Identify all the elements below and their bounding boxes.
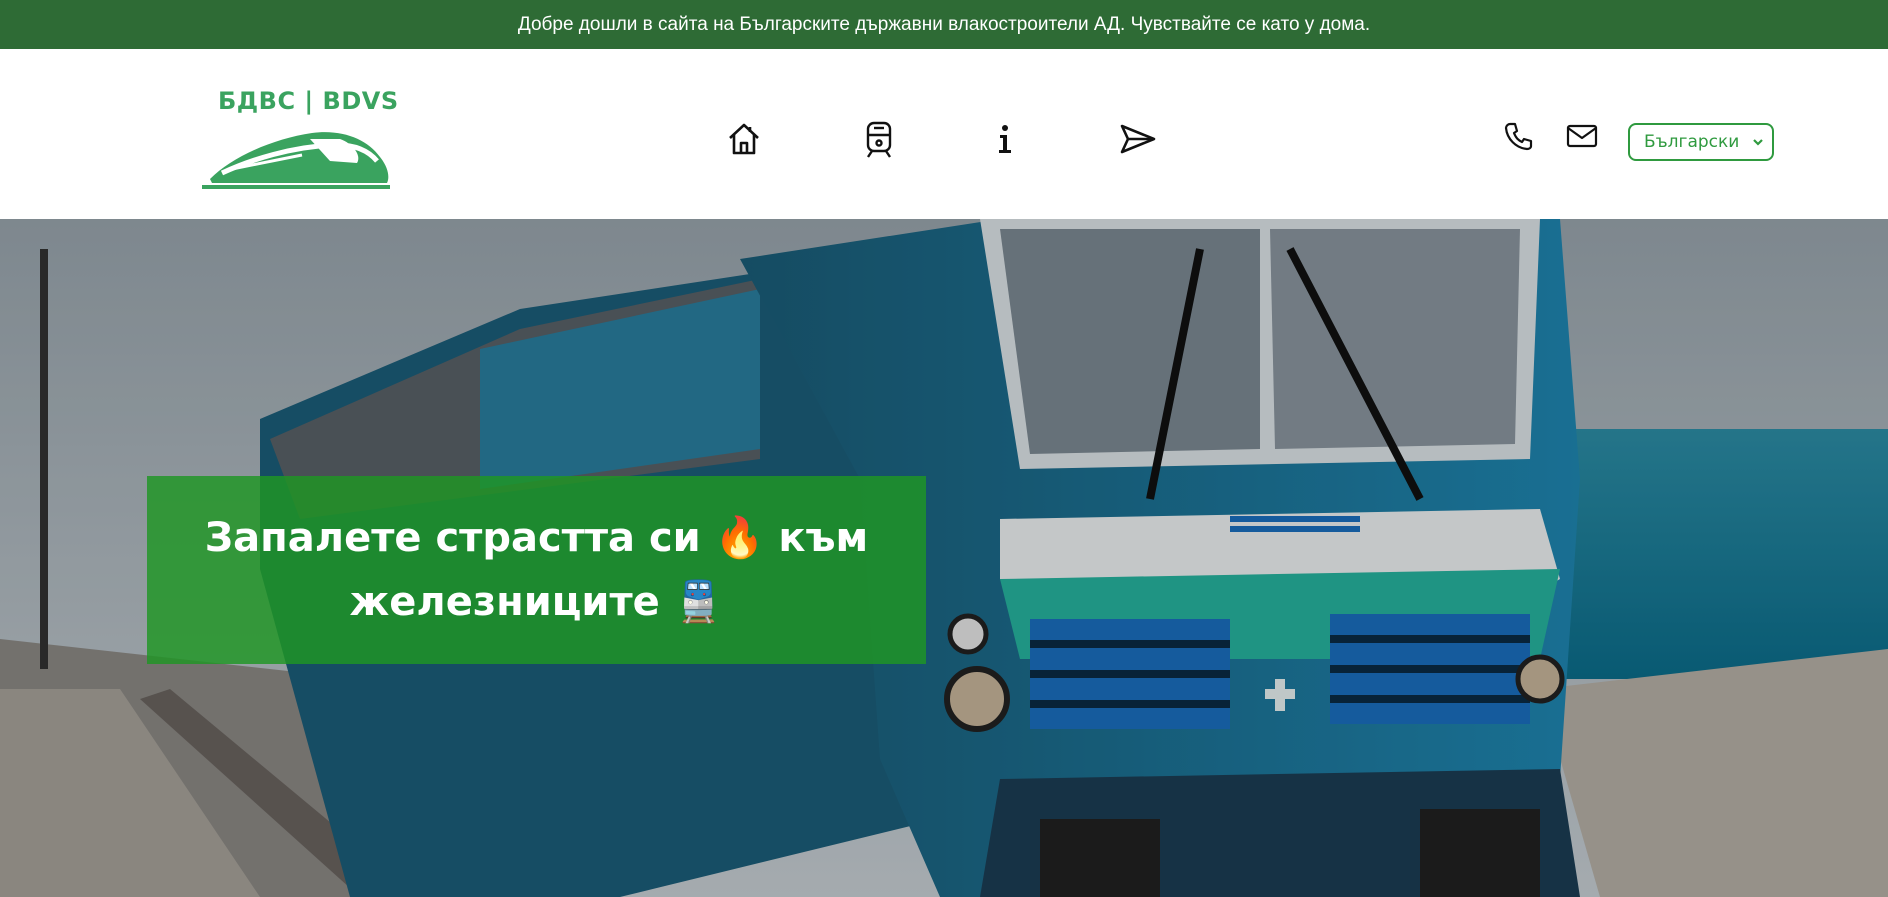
- welcome-bar: Добре дошли в сайта на Българските държа…: [0, 0, 1888, 49]
- info-icon[interactable]: [983, 117, 1027, 161]
- welcome-text: Добре дошли в сайта на Българските държа…: [517, 13, 1371, 35]
- phone-icon[interactable]: [1502, 119, 1536, 153]
- logo-train-icon: [202, 132, 390, 189]
- language-select[interactable]: Български: [1628, 123, 1774, 161]
- send-icon[interactable]: [1116, 117, 1160, 161]
- language-selected: Български: [1644, 132, 1740, 152]
- site-logo[interactable]: БДВС | BDVS: [202, 87, 398, 197]
- home-icon[interactable]: [722, 117, 766, 161]
- hero-headline: Запалете страстта си 🔥 към железниците 🚆: [204, 515, 869, 625]
- logo-text: БДВС | BDVS: [218, 87, 399, 115]
- train-icon[interactable]: [857, 117, 901, 161]
- headline-box: Запалете страстта си 🔥 към железниците 🚆: [147, 476, 926, 664]
- hero-section: Запалете страстта си 🔥 към железниците 🚆: [0, 219, 1888, 897]
- chevron-down-icon: [1753, 139, 1763, 146]
- site-header: БДВС | BDVS Български: [0, 49, 1888, 219]
- mail-icon[interactable]: [1565, 119, 1599, 153]
